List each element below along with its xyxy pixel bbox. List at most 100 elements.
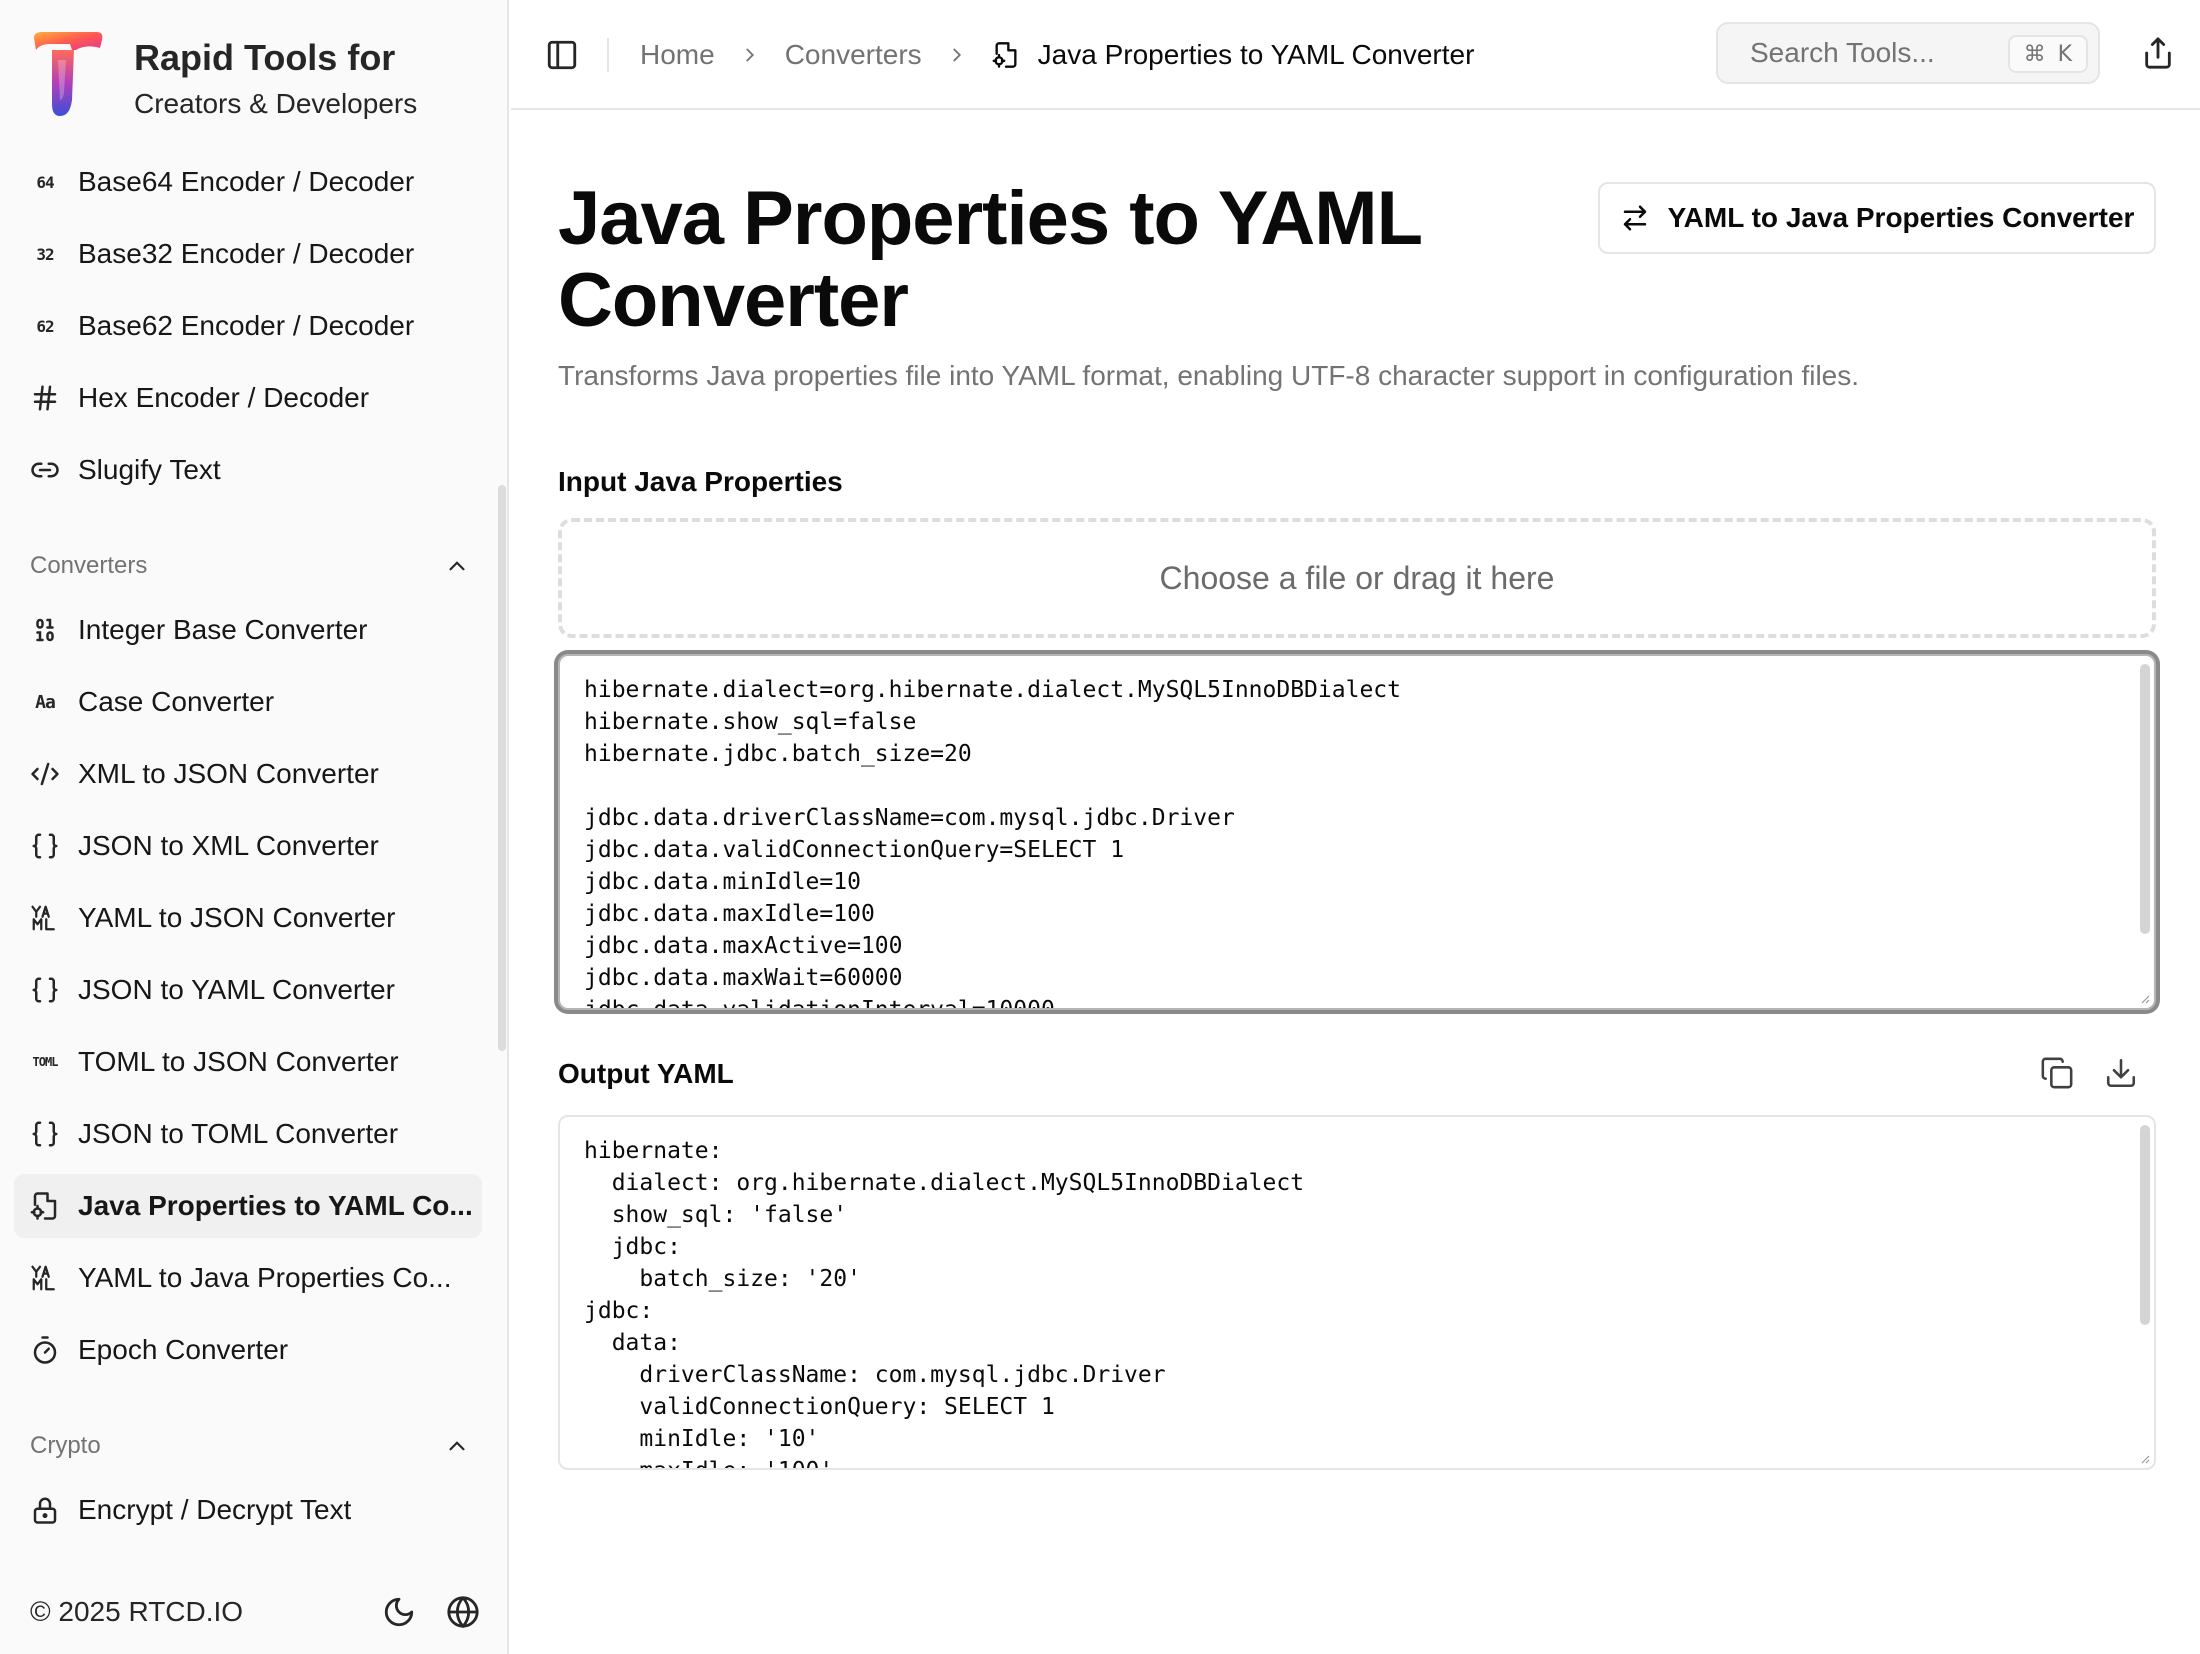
sidebar-item-label: YAML to Java Properties Co... xyxy=(78,1262,452,1293)
section-converters[interactable]: Converters xyxy=(30,546,470,586)
input-textarea[interactable]: hibernate.dialect=org.hibernate.dialect.… xyxy=(558,654,2156,1010)
braces-icon xyxy=(30,831,60,861)
file-cog-icon xyxy=(30,1191,60,1221)
related-tool-label: YAML to Java Properties Converter xyxy=(1667,202,2135,233)
sidebar-item-label: Base32 Encoder / Decoder xyxy=(78,238,415,269)
logo-icon xyxy=(34,32,103,116)
yaml-icon xyxy=(30,903,60,933)
file-cog-icon xyxy=(992,41,1020,69)
top-bar: Home Converters Java Properties to YAML … xyxy=(511,0,2200,110)
sidebar-item-case[interactable]: Aa Case Converter xyxy=(14,670,482,734)
sidebar-toggle-icon[interactable] xyxy=(545,38,579,72)
theme-toggle-moon-icon[interactable] xyxy=(382,1595,416,1629)
brand[interactable]: Rapid Tools for Creators & Developers xyxy=(30,30,417,124)
section-crypto[interactable]: Crypto xyxy=(30,1426,470,1466)
share-icon[interactable] xyxy=(2141,36,2175,70)
breadcrumb: Home Converters Java Properties to YAML … xyxy=(640,33,1474,77)
download-icon[interactable] xyxy=(2104,1056,2138,1090)
sidebar-item-encrypt[interactable]: Encrypt / Decrypt Text xyxy=(14,1478,482,1530)
copy-icon[interactable] xyxy=(2040,1056,2074,1090)
sidebar-item-label: JSON to YAML Converter xyxy=(78,974,395,1005)
dropzone-text: Choose a file or drag it here xyxy=(1159,559,1555,596)
output-label: Output YAML xyxy=(558,1058,734,1089)
sidebar-item-integer-base[interactable]: Integer Base Converter xyxy=(14,598,482,662)
input-scrollbar[interactable] xyxy=(2140,664,2150,934)
sidebar-item-label: YAML to JSON Converter xyxy=(78,902,396,933)
arrows-swap-icon xyxy=(1620,203,1650,233)
case-icon: Aa xyxy=(35,691,56,713)
code-icon xyxy=(30,759,60,789)
sidebar-item-yaml-to-properties[interactable]: YAML to Java Properties Co... xyxy=(14,1246,482,1310)
shortcut-hint: ⌘ K xyxy=(2007,35,2088,73)
breadcrumb-current-label: Java Properties to YAML Converter xyxy=(1037,39,1475,70)
sidebar-item-base32[interactable]: 32 Base32 Encoder / Decoder xyxy=(14,222,482,286)
sidebar-item-label: Base62 Encoder / Decoder xyxy=(78,310,415,341)
related-tool-button[interactable]: YAML to Java Properties Converter xyxy=(1598,182,2156,254)
sidebar-item-slugify[interactable]: Slugify Text xyxy=(14,438,482,502)
output-scrollbar[interactable] xyxy=(2140,1125,2150,1325)
sidebar-item-label: JSON to TOML Converter xyxy=(78,1118,399,1149)
section-title: Crypto xyxy=(30,1432,101,1459)
sidebar-nav: 64 Base64 Encoder / Decoder 32 Base32 En… xyxy=(0,150,509,1530)
search-input[interactable]: Search Tools... ⌘ K xyxy=(1716,22,2100,84)
chevron-up-icon xyxy=(449,561,465,571)
page-title: Java Properties to YAML Converter xyxy=(558,176,1422,343)
sidebar-item-toml-to-json[interactable]: TOML TOML to JSON Converter xyxy=(14,1030,482,1094)
hash-icon xyxy=(30,383,60,413)
braces-icon xyxy=(30,975,60,1005)
page-description: Transforms Java properties file into YAM… xyxy=(558,360,1860,391)
toml-icon: TOML xyxy=(32,1055,59,1069)
section-title: Converters xyxy=(30,552,148,579)
resize-handle-icon[interactable] xyxy=(2138,1452,2150,1464)
sidebar-item-label: TOML to JSON Converter xyxy=(78,1046,399,1077)
timer-icon xyxy=(30,1335,60,1365)
sidebar-item-base62[interactable]: 62 Base62 Encoder / Decoder xyxy=(14,294,482,358)
sidebar-item-json-to-yaml[interactable]: JSON to YAML Converter xyxy=(14,958,482,1022)
sidebar-item-xml-to-json[interactable]: XML to JSON Converter xyxy=(14,742,482,806)
sidebar-item-properties-to-yaml[interactable]: Java Properties to YAML Co... xyxy=(14,1174,482,1238)
base64-icon: 64 xyxy=(36,172,54,192)
sidebar-item-label: XML to JSON Converter xyxy=(78,758,379,789)
sidebar-item-label: JSON to XML Converter xyxy=(78,830,379,861)
sidebar-footer: © 2025 RTCD.IO xyxy=(30,1590,480,1634)
breadcrumb-converters[interactable]: Converters xyxy=(785,39,922,71)
sidebar-item-base64[interactable]: 64 Base64 Encoder / Decoder xyxy=(14,150,482,214)
sidebar-item-label: Slugify Text xyxy=(78,454,221,485)
command-key-icon: ⌘ xyxy=(2023,41,2046,67)
file-dropzone[interactable]: Choose a file or drag it here xyxy=(558,518,2156,638)
lock-icon xyxy=(30,1495,60,1525)
sidebar-item-json-to-xml[interactable]: JSON to XML Converter xyxy=(14,814,482,878)
binary-icon xyxy=(30,615,60,645)
input-text: hibernate.dialect=org.hibernate.dialect.… xyxy=(584,677,1401,1010)
sidebar: Rapid Tools for Creators & Developers 64… xyxy=(0,0,509,1654)
output-textarea[interactable]: hibernate: dialect: org.hibernate.dialec… xyxy=(558,1115,2156,1470)
chevron-right-icon xyxy=(946,44,968,66)
sidebar-item-label: Integer Base Converter xyxy=(78,614,368,645)
resize-handle-icon[interactable] xyxy=(2138,992,2150,1004)
brand-subtitle: Creators & Developers xyxy=(134,88,418,119)
sidebar-item-hex[interactable]: Hex Encoder / Decoder xyxy=(14,366,482,430)
sidebar-item-label: Case Converter xyxy=(78,686,275,717)
base62-icon: 62 xyxy=(36,316,54,336)
sidebar-item-json-to-toml[interactable]: JSON to TOML Converter xyxy=(14,1102,482,1166)
sidebar-item-label: Base64 Encoder / Decoder xyxy=(78,166,415,197)
sidebar-scrollbar[interactable] xyxy=(498,485,506,1051)
sidebar-item-label: Encrypt / Decrypt Text xyxy=(78,1494,352,1525)
breadcrumb-current: Java Properties to YAML Converter xyxy=(992,39,1475,71)
sidebar-item-yaml-to-json[interactable]: YAML to JSON Converter xyxy=(14,886,482,950)
sidebar-item-epoch[interactable]: Epoch Converter xyxy=(14,1318,482,1382)
link-icon xyxy=(30,455,60,485)
input-label: Input Java Properties xyxy=(558,466,843,497)
search-placeholder: Search Tools... xyxy=(1750,37,1935,68)
sidebar-item-label: Java Properties to YAML Co... xyxy=(78,1190,473,1221)
braces-icon xyxy=(30,1119,60,1149)
chevron-right-icon xyxy=(739,44,761,66)
breadcrumb-home[interactable]: Home xyxy=(640,39,715,71)
shortcut-key: K xyxy=(2057,41,2072,67)
language-globe-icon[interactable] xyxy=(446,1595,480,1629)
sidebar-item-label: Hex Encoder / Decoder xyxy=(78,382,370,413)
output-actions xyxy=(2040,1056,2138,1090)
copyright: © 2025 RTCD.IO xyxy=(30,1596,244,1627)
sidebar-item-label: Epoch Converter xyxy=(78,1334,289,1365)
divider xyxy=(607,38,609,72)
